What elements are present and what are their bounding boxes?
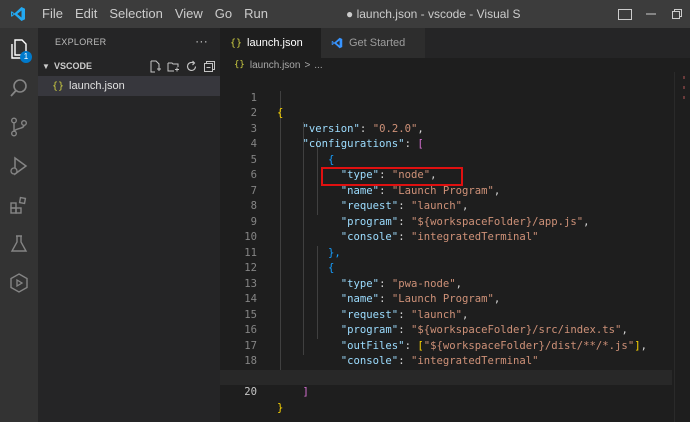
flask-icon: [10, 235, 28, 252]
search-activity-button[interactable]: [0, 69, 38, 107]
code-line: 4 {: [220, 122, 672, 166]
code-line: 1 {: [220, 75, 672, 120]
menu-file[interactable]: File: [36, 0, 69, 28]
vscode-logo-icon: [331, 37, 343, 49]
remote-explorer-activity-button[interactable]: [0, 264, 38, 302]
menu-run[interactable]: Run: [238, 0, 274, 28]
explorer-sidebar: EXPLORER ··· ▼ VSCODE {} launch.json: [38, 28, 220, 422]
remote-explorer-icon: [10, 273, 28, 293]
collapse-all-icon[interactable]: [202, 59, 216, 73]
code-line: 18 }: [220, 339, 672, 383]
explorer-header: EXPLORER ···: [38, 28, 220, 56]
layout-icon: [618, 8, 632, 20]
menu-edit[interactable]: Edit: [69, 0, 103, 28]
tab-label: launch.json: [247, 37, 303, 49]
code-line: 17 "console": "integratedTerminal": [220, 323, 672, 368]
menu-selection[interactable]: Selection: [103, 0, 168, 28]
menu-go[interactable]: Go: [209, 0, 238, 28]
code-line: 16 "outFiles": ["${workspaceFolder}/dist…: [220, 308, 672, 352]
overview-ruler-mark: [683, 96, 685, 99]
restore-button[interactable]: [664, 0, 690, 28]
code-line-current: 20 }: [220, 369, 672, 414]
tab-label: Get Started: [349, 37, 406, 49]
toggle-layout-button[interactable]: [612, 0, 638, 28]
new-file-icon[interactable]: [148, 59, 162, 73]
testing-activity-button[interactable]: [0, 225, 38, 263]
line-number: 20: [244, 386, 257, 398]
code-line: 15 "program": "${workspaceFolder}/src/in…: [220, 292, 672, 337]
code-line: 2 "version": "0.2.0",: [220, 91, 672, 135]
breadcrumb-separator: >: [304, 59, 311, 71]
source-control-icon: [11, 117, 27, 137]
folder-vscode[interactable]: ▼ VSCODE: [38, 56, 220, 76]
tab-get-started[interactable]: Get Started: [321, 28, 425, 58]
minimize-icon: [646, 13, 656, 15]
breadcrumb: {} launch.json > ...: [220, 58, 690, 72]
folder-label: VSCODE: [54, 61, 93, 71]
run-debug-activity-button[interactable]: [0, 147, 38, 185]
menu-bar: File Edit Selection View Go Run: [36, 0, 274, 28]
breadcrumb-more[interactable]: ...: [314, 60, 322, 71]
code-line: 10 },: [220, 215, 672, 259]
code-editor[interactable]: 1 { 2 "version": "0.2.0", 3 "configurati…: [220, 72, 690, 422]
new-folder-icon[interactable]: [166, 59, 180, 73]
code-line: 6 "name": "Launch Program",: [220, 153, 672, 197]
explorer-activity-button[interactable]: 1: [0, 30, 38, 68]
restore-icon: [672, 9, 682, 19]
extensions-activity-button[interactable]: [0, 186, 38, 224]
json-file-icon: {}: [52, 80, 65, 92]
file-launch-json[interactable]: {} launch.json: [38, 76, 220, 96]
overview-ruler-mark: [683, 76, 685, 79]
code-line: 9 "console": "integratedTerminal": [220, 199, 672, 244]
code-line: 13 "name": "Launch Program",: [220, 261, 672, 306]
code-line: 12 "type": "pwa-node",: [220, 246, 672, 290]
code-line: 3 "configurations": [: [220, 106, 672, 151]
chevron-down-icon: ▼: [42, 61, 50, 71]
code-line: 11 {: [220, 230, 672, 275]
title-bar: File Edit Selection View Go Run ● launch…: [0, 0, 690, 28]
explorer-badge: 1: [20, 51, 32, 63]
source-control-activity-button[interactable]: [0, 108, 38, 146]
highlight-annotation-box: [321, 167, 463, 186]
breadcrumb-file[interactable]: launch.json: [250, 60, 301, 71]
more-actions-icon[interactable]: ···: [195, 34, 208, 48]
minimize-button[interactable]: [638, 0, 664, 28]
json-file-icon: {}: [230, 37, 243, 49]
editor-tabs: {} launch.json Get Started: [220, 28, 690, 58]
code-line: 5 "type": "node",: [220, 137, 672, 182]
extensions-icon: [10, 196, 27, 214]
overview-ruler-mark: [683, 86, 685, 89]
refresh-icon[interactable]: [184, 59, 198, 73]
run-debug-icon: [10, 156, 28, 176]
folder-toolbar: [148, 59, 216, 73]
menu-view[interactable]: View: [169, 0, 209, 28]
window-controls: [612, 0, 690, 28]
code-line: 19 ]: [220, 354, 672, 399]
json-file-icon: {}: [234, 60, 245, 70]
code-line: 14 "request": "launch",: [220, 277, 672, 321]
search-icon: [10, 79, 27, 97]
explorer-title: EXPLORER: [55, 37, 107, 47]
window-title: ● launch.json - vscode - Visual S: [346, 7, 521, 21]
vscode-logo-icon: [0, 0, 36, 28]
editor-scrollbar[interactable]: [674, 72, 690, 422]
file-label: launch.json: [69, 80, 125, 92]
tab-launch-json[interactable]: {} launch.json: [220, 28, 321, 58]
activity-bar: 1: [0, 28, 38, 422]
